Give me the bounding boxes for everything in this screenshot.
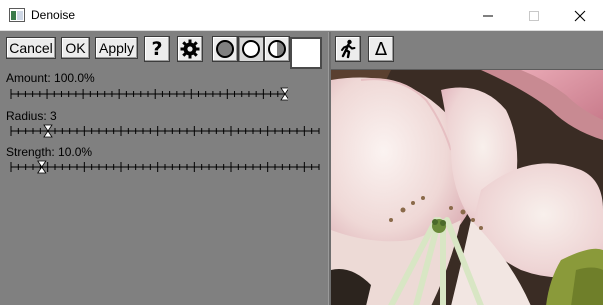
- maximize-icon: [529, 10, 539, 21]
- title-bar: Denoise: [0, 0, 603, 31]
- maximize-button[interactable]: [511, 0, 557, 31]
- walk-mode-button[interactable]: [335, 36, 361, 62]
- radius-slider[interactable]: [8, 124, 322, 138]
- app-icon: [9, 8, 25, 22]
- help-icon: ?: [151, 38, 163, 60]
- view-dark-button[interactable]: [212, 36, 238, 62]
- view-split-button[interactable]: [264, 36, 290, 62]
- minimize-button[interactable]: [465, 0, 511, 31]
- strength-slider[interactable]: [8, 160, 322, 174]
- close-icon: [574, 10, 586, 21]
- amount-label: Amount: 100.0%: [6, 71, 95, 85]
- radius-label: Radius: 3: [6, 109, 57, 123]
- close-button[interactable]: [557, 0, 603, 31]
- strength-label: Strength: 10.0%: [6, 145, 93, 159]
- view-split-icon: [268, 40, 286, 58]
- ok-button[interactable]: OK: [61, 37, 90, 59]
- window-title: Denoise: [31, 8, 76, 22]
- flower-image: [331, 70, 603, 305]
- delta-icon: Δ: [374, 38, 388, 60]
- difference-button[interactable]: Δ: [368, 36, 394, 62]
- apply-button[interactable]: Apply: [95, 37, 138, 59]
- view-light-button[interactable]: [238, 36, 264, 62]
- preview-image[interactable]: [331, 69, 603, 305]
- view-dark-icon: [216, 40, 234, 58]
- settings-button[interactable]: [177, 36, 203, 62]
- gear-icon: [180, 39, 200, 59]
- view-light-icon: [242, 40, 260, 58]
- cancel-button[interactable]: Cancel: [6, 37, 56, 59]
- walking-person-icon: [341, 39, 356, 59]
- amount-color-swatch: [290, 37, 322, 69]
- help-button[interactable]: ?: [144, 36, 170, 62]
- amount-slider[interactable]: [8, 87, 288, 101]
- minimize-icon: [483, 15, 493, 16]
